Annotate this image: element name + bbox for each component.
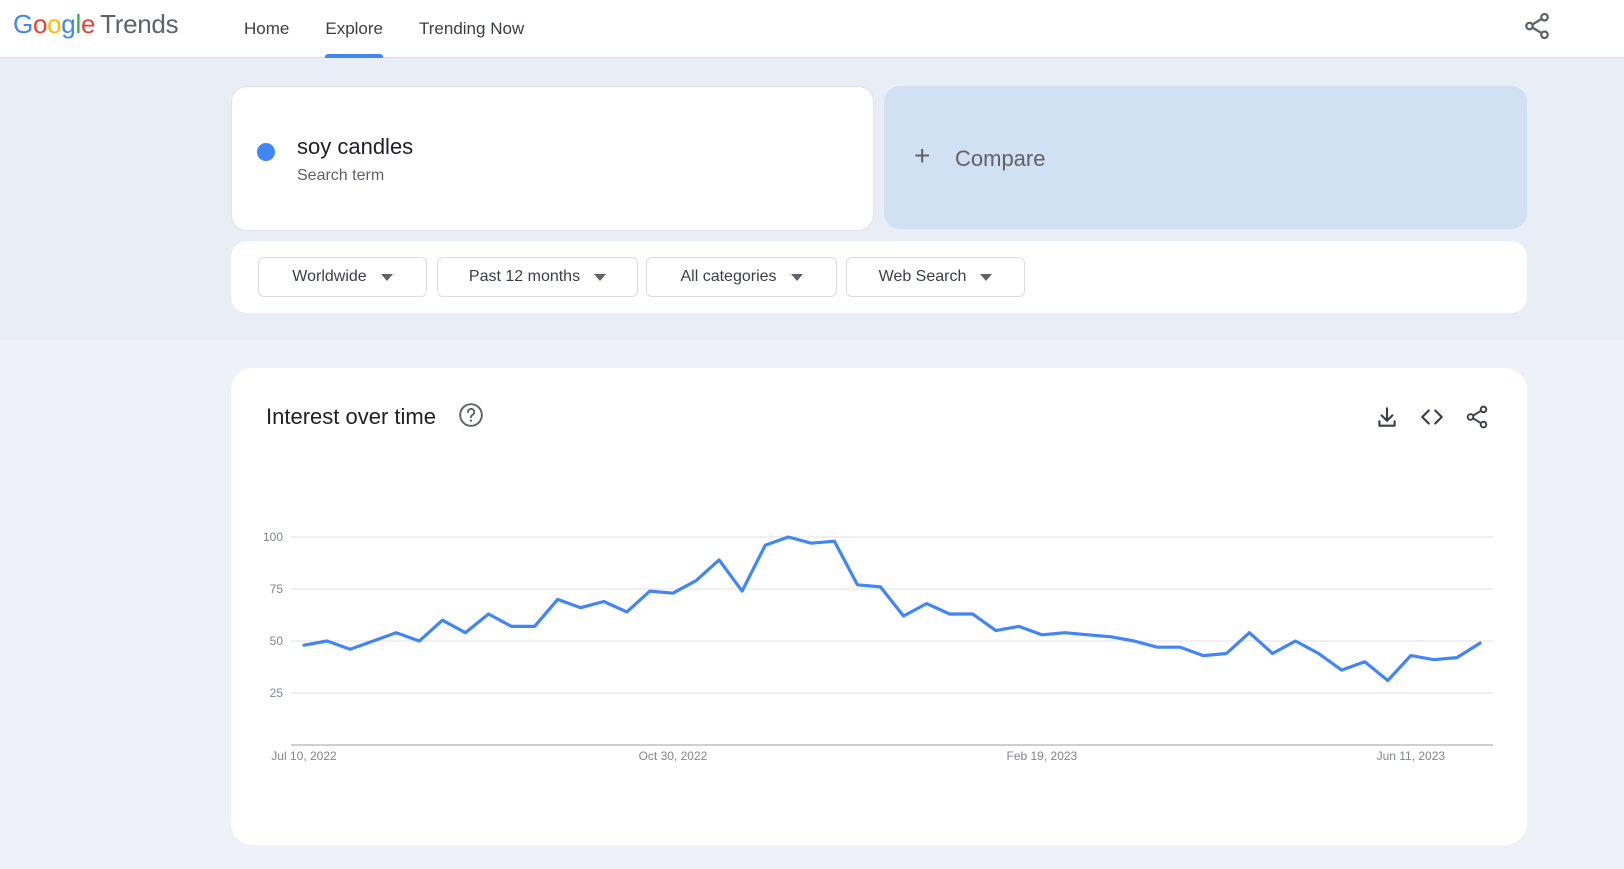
- interest-over-time-card: 25 50 75 100 Jul 10, 2022 Oct 30, 2022 Feb 19,…: [231, 368, 1527, 845]
- term-color-dot: [257, 143, 275, 161]
- plus-icon: +: [914, 140, 931, 171]
- search-term-type: Search term: [297, 167, 385, 184]
- y-tick-label: 50: [270, 634, 284, 648]
- caret-down-icon: [380, 273, 393, 281]
- location-filter[interactable]: Worldwide: [258, 257, 427, 297]
- help-icon[interactable]: [458, 402, 484, 428]
- chart-title: Interest over time: [266, 404, 436, 429]
- download-icon[interactable]: [1374, 404, 1400, 430]
- main-nav: Home Explore Trending Now: [226, 0, 542, 58]
- share-icon[interactable]: [1464, 404, 1490, 430]
- series-line: [302, 535, 1482, 683]
- compare-button[interactable]: + Compare: [884, 86, 1527, 229]
- x-tick-label: Jul 10, 2022: [271, 749, 337, 763]
- top-bar: Google Trends Home Explore Trending Now: [0, 0, 1624, 58]
- caret-down-icon: [790, 273, 803, 281]
- nav-home[interactable]: Home: [226, 0, 307, 58]
- y-tick-label: 100: [263, 530, 283, 544]
- embed-icon[interactable]: [1419, 404, 1445, 430]
- search-type-filter[interactable]: Web Search: [846, 257, 1025, 297]
- nav-explore[interactable]: Explore: [307, 0, 401, 58]
- x-tick-label: Jun 11, 2023: [1377, 749, 1446, 763]
- category-filter[interactable]: All categories: [646, 257, 837, 297]
- share-icon[interactable]: [1522, 11, 1552, 41]
- nav-trending-now[interactable]: Trending Now: [401, 0, 542, 58]
- y-tick-label: 25: [270, 686, 284, 700]
- caret-down-icon: [980, 273, 993, 281]
- x-tick-label: Oct 30, 2022: [639, 749, 708, 763]
- interest-over-time-chart: 25 50 75 100 Jul 10, 2022 Oct 30, 2022 Feb 19,…: [263, 530, 1493, 763]
- filter-bar: Worldwide Past 12 months All categories …: [231, 241, 1527, 313]
- caret-down-icon: [594, 273, 607, 281]
- logo-product-name: Trends: [100, 9, 179, 39]
- time-range-filter[interactable]: Past 12 months: [437, 257, 638, 297]
- y-tick-label: 75: [270, 582, 284, 596]
- x-tick-label: Feb 19, 2023: [1007, 749, 1078, 763]
- google-trends-logo[interactable]: Google Trends: [13, 9, 179, 40]
- search-term-card[interactable]: soy candles Search term: [231, 86, 874, 231]
- search-term-title[interactable]: soy candles: [297, 134, 413, 160]
- compare-label: Compare: [955, 146, 1046, 171]
